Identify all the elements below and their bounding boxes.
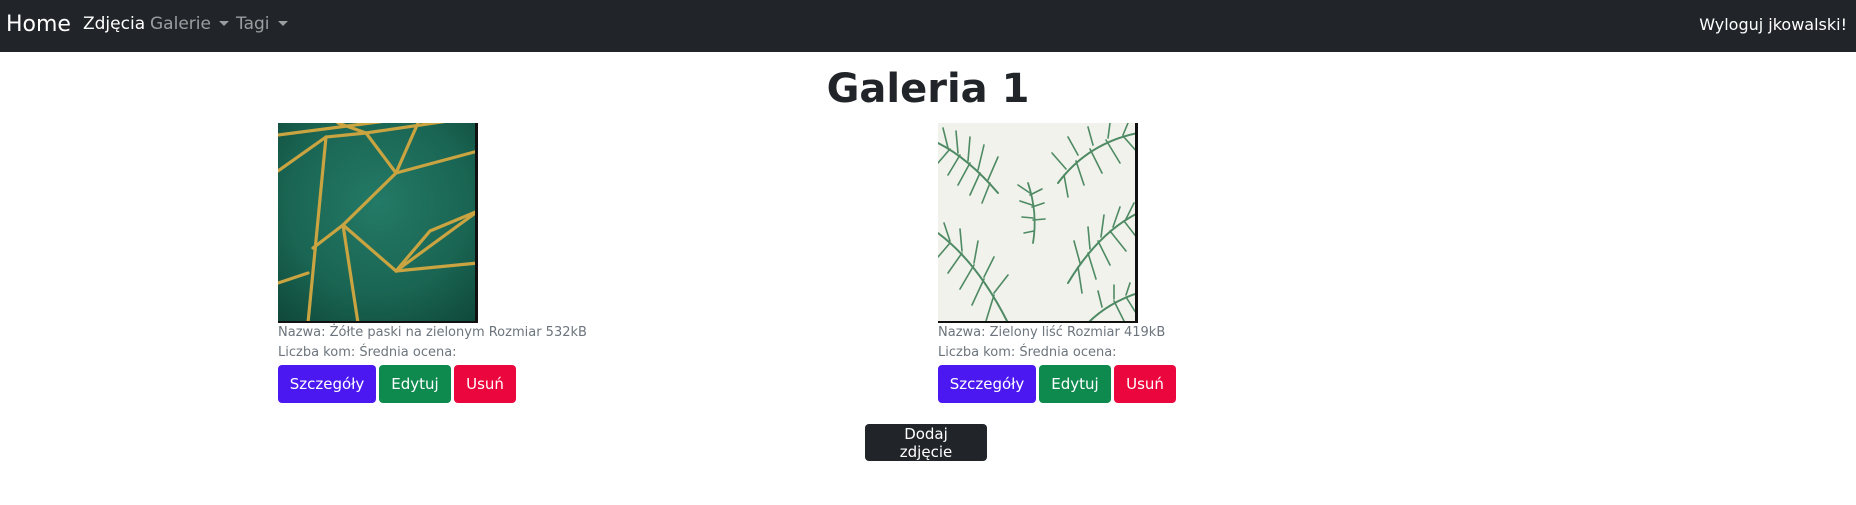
photo-info: Nazwa: Żółte paski na zielonym Rozmiar 5… xyxy=(278,325,587,340)
top-navbar: Home Zdjęcia Galerie Tagi Wyloguj jkowal… xyxy=(0,0,1856,52)
nav-dropdown-galerie[interactable]: Galerie xyxy=(150,14,229,34)
add-photo-button[interactable]: Dodaj zdjęcie xyxy=(865,424,987,461)
page-title: Galeria 1 xyxy=(826,66,1030,112)
delete-button[interactable]: Usuń xyxy=(1114,365,1176,403)
brand-home-link[interactable]: Home xyxy=(6,12,71,37)
nav-dropdown-tagi-label: Tagi xyxy=(236,14,270,34)
edit-button[interactable]: Edytuj xyxy=(1039,365,1111,403)
photo-card: Nazwa: Zielony liść Rozmiar 419kB Liczba… xyxy=(938,123,1338,403)
caret-down-icon xyxy=(218,21,229,26)
photo-info: Nazwa: Zielony liść Rozmiar 419kB xyxy=(938,325,1166,340)
photo-stats: Liczba kom: Średnia ocena: xyxy=(938,345,1117,360)
photo-actions: Szczegóły Edytuj Usuń xyxy=(938,365,1338,403)
photo-card: Nazwa: Żółte paski na zielonym Rozmiar 5… xyxy=(278,123,678,403)
edit-button[interactable]: Edytuj xyxy=(379,365,451,403)
details-button[interactable]: Szczegóły xyxy=(938,365,1036,403)
photo-thumbnail[interactable] xyxy=(278,123,478,323)
details-button[interactable]: Szczegóły xyxy=(278,365,376,403)
nav-dropdown-galerie-label: Galerie xyxy=(150,14,211,34)
caret-down-icon xyxy=(277,21,288,26)
delete-button[interactable]: Usuń xyxy=(454,365,516,403)
green-gold-geometric-pattern-image xyxy=(278,123,478,323)
logout-link[interactable]: Wyloguj jkowalski! xyxy=(1699,15,1847,34)
photo-thumbnail[interactable] xyxy=(938,123,1138,323)
photo-stats: Liczba kom: Średnia ocena: xyxy=(278,345,457,360)
nav-link-zdjecia[interactable]: Zdjęcia xyxy=(83,14,145,34)
photo-actions: Szczegóły Edytuj Usuń xyxy=(278,365,678,403)
green-palm-leaves-image xyxy=(938,123,1138,323)
nav-dropdown-tagi[interactable]: Tagi xyxy=(236,14,288,34)
